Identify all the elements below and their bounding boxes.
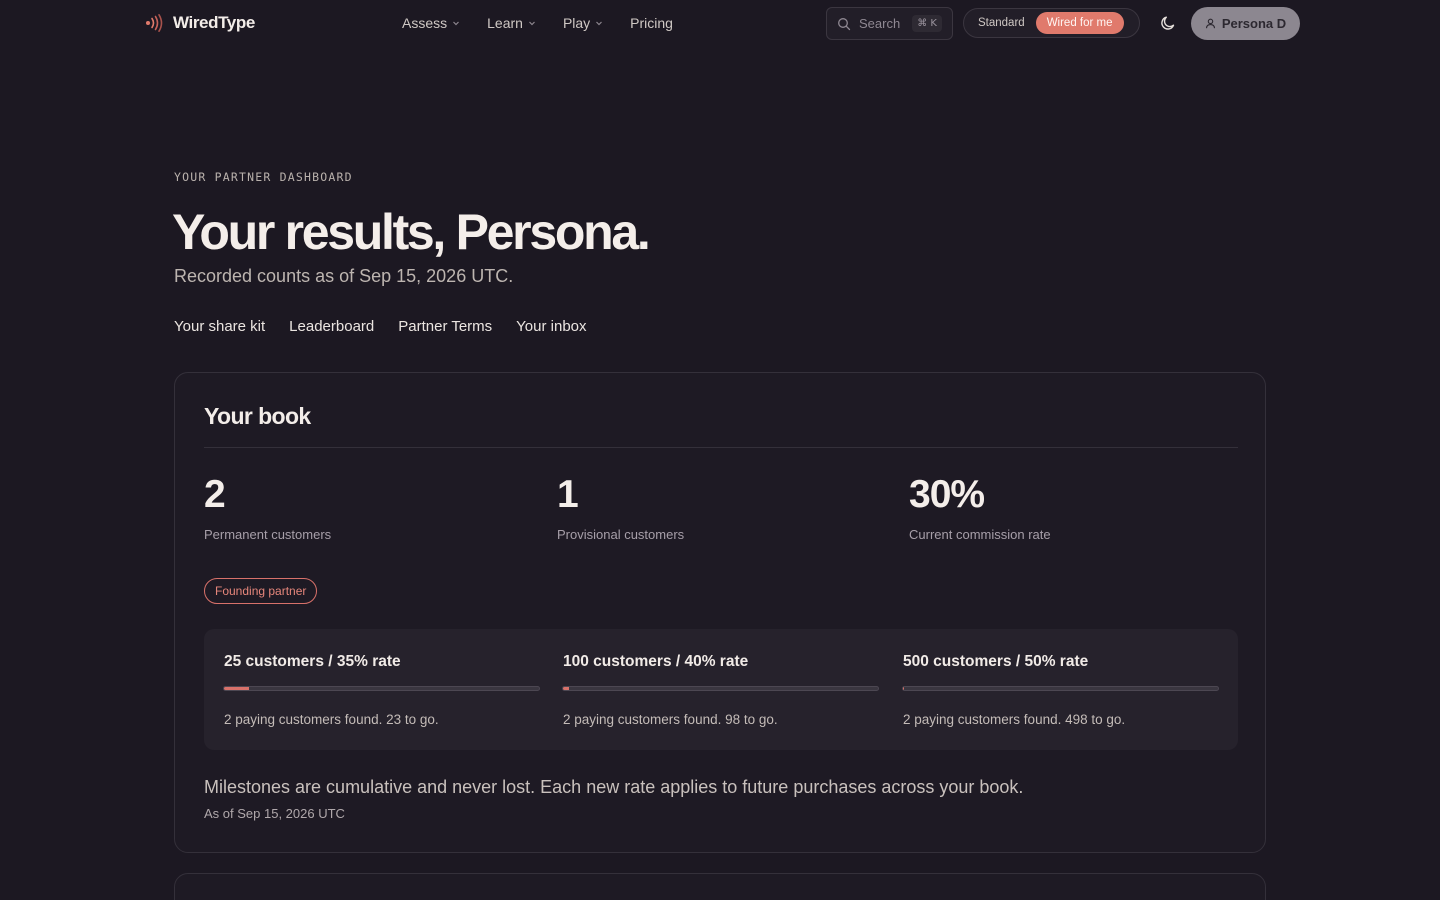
menu-pricing-label: Pricing (630, 15, 673, 31)
subnav-inbox[interactable]: Your inbox (516, 318, 586, 335)
milestone-progress-bar (563, 687, 878, 690)
milestone-note: 2 paying customers found. 98 to go. (563, 712, 778, 727)
as-of-timestamp: As of Sep 15, 2026 UTC (204, 806, 345, 821)
milestone-500: 500 customers / 50% rate 2 paying custom… (903, 653, 1218, 727)
logo-link[interactable]: WiredType (145, 12, 255, 34)
subnav-leaderboard[interactable]: Leaderboard (289, 318, 374, 335)
user-name: Persona D (1221, 16, 1287, 31)
logo-text: WiredType (173, 13, 255, 32)
moon-icon (1161, 16, 1175, 30)
menu-play[interactable]: Play (563, 14, 603, 32)
stat-label: Provisional customers (557, 527, 685, 542)
milestones-panel: 25 customers / 35% rate 2 paying custome… (204, 629, 1238, 750)
milestone-title: 500 customers / 50% rate (903, 653, 1089, 670)
book-card: Your book 2 Permanent customers 1 Provis… (174, 372, 1266, 853)
menu-learn-label: Learn (487, 15, 523, 31)
milestone-progress-bar (224, 687, 539, 690)
subnav-share-kit[interactable]: Your share kit (174, 318, 265, 335)
user-menu-button[interactable]: Persona D (1191, 7, 1300, 40)
mode-standard-option[interactable]: Standard (967, 12, 1036, 34)
menu-assess[interactable]: Assess (402, 14, 460, 32)
partner-subnav: Your share kit Leaderboard Partner Terms… (174, 318, 611, 335)
stat-value: 2 (204, 473, 226, 516)
menu-learn[interactable]: Learn (487, 14, 536, 32)
signal-logo-icon (146, 14, 163, 32)
stat-provisional-customers: 1 Provisional customers (557, 473, 684, 542)
mode-wired-option[interactable]: Wired for me (1035, 12, 1124, 34)
milestone-note: 2 paying customers found. 498 to go. (903, 712, 1126, 727)
milestone-progress-fill (563, 687, 570, 690)
mode-toggle: Standard Wired for me (963, 8, 1140, 38)
theme-toggle-button[interactable] (1159, 14, 1177, 32)
stat-value: 1 (557, 473, 579, 516)
founding-partner-badge: Founding partner (204, 578, 318, 604)
milestone-100: 100 customers / 40% rate 2 paying custom… (563, 653, 878, 727)
milestone-progress-fill (224, 687, 250, 690)
main-menu: Assess Learn Play Pricing (402, 14, 700, 32)
divider (204, 447, 1238, 448)
top-nav: WiredType Assess Learn Play Pricing Sear… (0, 0, 1440, 46)
book-title: Your book (204, 403, 311, 429)
milestone-title: 100 customers / 40% rate (563, 653, 749, 670)
search-button[interactable]: Search ⌘ K (826, 7, 953, 40)
page-eyebrow: YOUR PARTNER DASHBOARD (174, 170, 353, 184)
next-card (174, 873, 1266, 900)
milestone-25: 25 customers / 35% rate 2 paying custome… (224, 653, 539, 727)
search-icon (838, 17, 851, 30)
menu-pricing[interactable]: Pricing (630, 14, 673, 32)
search-shortcut: ⌘ K (912, 15, 942, 32)
stat-label: Permanent customers (204, 527, 332, 542)
menu-play-label: Play (562, 15, 591, 31)
stat-permanent-customers: 2 Permanent customers (204, 473, 331, 542)
milestone-title: 25 customers / 35% rate (224, 653, 401, 670)
search-label: Search (859, 16, 901, 31)
milestone-progress-fill (903, 687, 905, 690)
user-icon (1205, 18, 1215, 29)
chevron-down-icon (453, 21, 460, 26)
subnav-partner-terms[interactable]: Partner Terms (398, 318, 492, 335)
chevron-down-icon (529, 21, 535, 26)
milestones-footnote: Milestones are cumulative and never lost… (204, 777, 1024, 797)
chevron-down-icon (596, 21, 603, 26)
menu-assess-label: Assess (402, 15, 448, 31)
milestone-note: 2 paying customers found. 23 to go. (224, 712, 439, 727)
page-subtitle: Recorded counts as of Sep 15, 2026 UTC. (174, 266, 514, 286)
stat-commission-rate: 30% Current commission rate (909, 473, 1051, 542)
stat-value: 30% (909, 473, 985, 516)
stat-label: Current commission rate (909, 527, 1051, 542)
milestone-progress-bar (903, 687, 1218, 690)
page-title: Your results, Persona. (172, 204, 651, 260)
